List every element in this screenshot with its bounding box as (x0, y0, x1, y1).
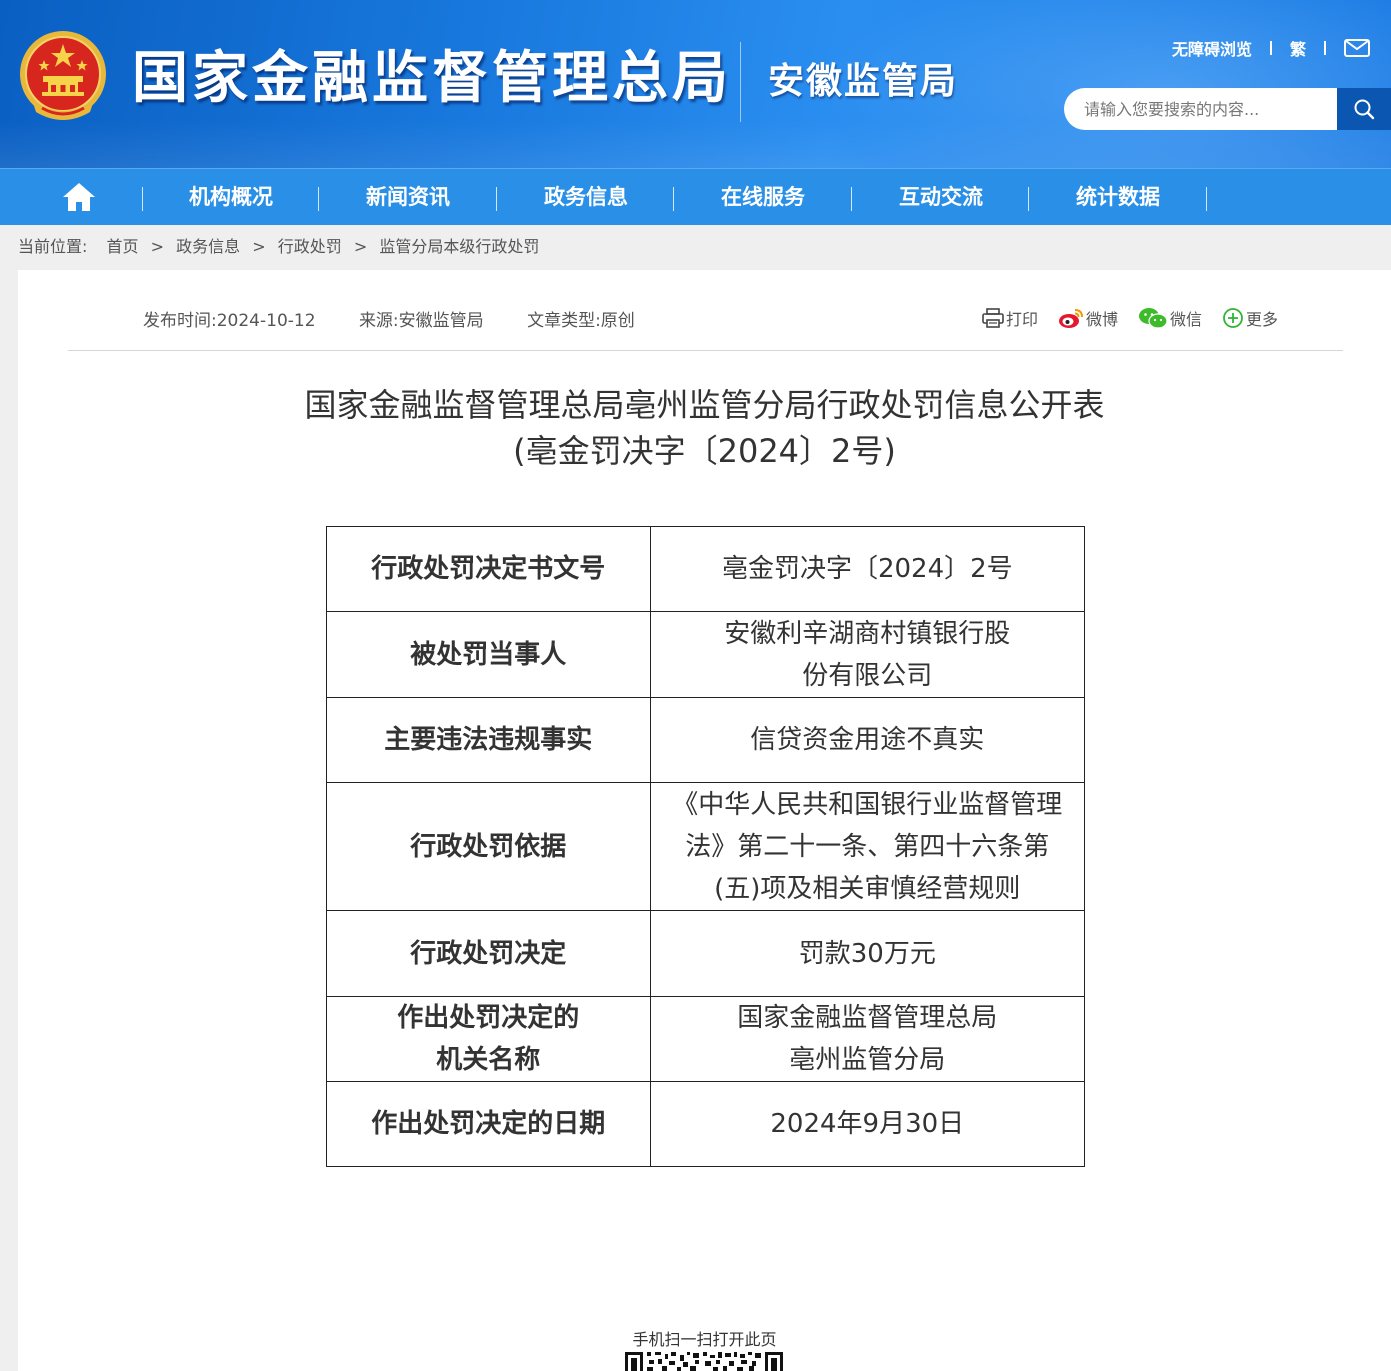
accessibility-link[interactable]: 无障碍浏览 (1172, 36, 1252, 60)
nav-divider (1206, 187, 1207, 211)
wechat-label: 微信 (1170, 310, 1203, 329)
table-key-cell: 行政处罚依据 (326, 782, 651, 911)
home-icon (63, 183, 95, 211)
nav-divider (496, 187, 497, 211)
nav-item-statistics[interactable]: 统计数据 (1038, 169, 1198, 226)
nav-divider (1028, 187, 1029, 211)
table-value-cell: 2024年9月30日 (649, 1081, 1086, 1167)
document-title-line2: (亳金罚决字〔2024〕2号) (513, 432, 896, 470)
national-emblem-icon[interactable] (18, 30, 108, 126)
title-divider (740, 42, 741, 122)
nav-divider (851, 187, 852, 211)
print-button[interactable]: 打印 (982, 306, 1038, 330)
table-key-cell: 被处罚当事人 (326, 611, 651, 698)
plus-circle-icon (1223, 308, 1243, 328)
table-row: 行政处罚依据 《中华人民共和国银行业监督管理法》第二十一条、第四十六条第(五)项… (326, 782, 1086, 911)
search-icon (1354, 99, 1375, 120)
table-row: 行政处罚决定 罚款30万元 (326, 910, 1086, 997)
printer-icon (982, 308, 1004, 328)
table-value-cell: 亳金罚决字〔2024〕2号 (649, 526, 1086, 612)
breadcrumb-home[interactable]: 首页 (107, 237, 139, 256)
article-meta: 发布时间:2024-10-12 来源:安徽监管局 文章类型:原创 (143, 306, 673, 331)
main-nav: 机构概况 新闻资讯 政务信息 在线服务 互动交流 统计数据 (0, 168, 1391, 225)
search-button[interactable] (1337, 88, 1391, 130)
article-type: 文章类型:原创 (527, 311, 635, 331)
site-header: 国家金融监督管理总局 安徽监管局 无障碍浏览 繁 (0, 0, 1391, 168)
table-row: 被处罚当事人 安徽利辛湖商村镇银行股份有限公司 (326, 611, 1086, 698)
sub-title[interactable]: 安徽监管局 (768, 58, 958, 106)
breadcrumb: 当前位置: 首页 > 政务信息 > 行政处罚 > 监管分局本级行政处罚 (18, 225, 539, 269)
table-key-cell: 行政处罚决定书文号 (326, 526, 651, 612)
meta-divider (68, 350, 1343, 351)
article-source: 来源:安徽监管局 (358, 311, 484, 331)
more-label: 更多 (1246, 310, 1279, 329)
table-key-cell: 作出处罚决定的日期 (326, 1081, 651, 1167)
nav-divider (673, 187, 674, 211)
nav-home[interactable] (58, 179, 100, 215)
nav-item-interaction[interactable]: 互动交流 (861, 169, 1021, 226)
table-value-cell: 国家金融监督管理总局亳州监管分局 (649, 996, 1086, 1082)
table-row: 主要违法违规事实 信贷资金用途不真实 (326, 697, 1086, 783)
mail-icon[interactable] (1344, 39, 1370, 57)
penalty-table: 行政处罚决定书文号 亳金罚决字〔2024〕2号 被处罚当事人 安徽利辛湖商村镇银… (326, 526, 1086, 1167)
weibo-share-button[interactable]: 微博 (1058, 306, 1118, 330)
table-value-cell: 《中华人民共和国银行业监督管理法》第二十一条、第四十六条第(五)项及相关审慎经营… (649, 782, 1086, 911)
weibo-label: 微博 (1086, 310, 1119, 329)
site-title[interactable]: 国家金融监督管理总局 (132, 44, 732, 114)
table-row: 行政处罚决定书文号 亳金罚决字〔2024〕2号 (326, 526, 1086, 612)
document-title: 国家金融监督管理总局亳州监管分局行政处罚信息公开表 (亳金罚决字〔2024〕2号… (18, 382, 1391, 474)
share-bar: 打印 微博 微信 更多 (982, 306, 1278, 330)
top-links: 无障碍浏览 繁 (1120, 36, 1370, 60)
table-value-cell: 罚款30万元 (649, 910, 1086, 997)
nav-item-online-service[interactable]: 在线服务 (683, 169, 843, 226)
nav-item-government-info[interactable]: 政务信息 (506, 169, 666, 226)
breadcrumb-separator: > (150, 237, 165, 256)
wechat-icon (1139, 308, 1168, 329)
breadcrumb-separator: > (252, 237, 266, 256)
top-link-divider (1324, 41, 1326, 55)
content-panel: 发布时间:2024-10-12 来源:安徽监管局 文章类型:原创 打印 微博 微… (18, 270, 1391, 1371)
table-key-cell: 主要违法违规事实 (326, 697, 651, 783)
wechat-share-button[interactable]: 微信 (1138, 306, 1202, 330)
table-value-cell: 信贷资金用途不真实 (649, 697, 1086, 783)
qr-code-icon[interactable] (625, 1352, 783, 1371)
table-row: 作出处罚决定的日期 2024年9月30日 (326, 1081, 1086, 1167)
breadcrumb-separator: > (353, 237, 368, 256)
top-link-divider (1269, 41, 1272, 55)
more-share-button[interactable]: 更多 (1222, 306, 1278, 330)
breadcrumb-government-info[interactable]: 政务信息 (176, 237, 240, 256)
breadcrumb-penalty[interactable]: 行政处罚 (278, 237, 342, 256)
search-box (1064, 88, 1338, 130)
table-value-cell: 安徽利辛湖商村镇银行股份有限公司 (649, 611, 1086, 698)
breadcrumb-current[interactable]: 监管分局本级行政处罚 (379, 237, 539, 256)
document-title-line1: 国家金融监督管理总局亳州监管分局行政处罚信息公开表 (304, 386, 1105, 424)
nav-item-about[interactable]: 机构概况 (151, 169, 311, 226)
search-input[interactable] (1084, 99, 1324, 119)
nav-item-news[interactable]: 新闻资讯 (328, 169, 488, 226)
weibo-icon (1059, 309, 1084, 328)
table-key-cell: 行政处罚决定 (326, 910, 651, 997)
table-row: 作出处罚决定的机关名称 国家金融监督管理总局亳州监管分局 (326, 996, 1086, 1082)
table-key-cell: 作出处罚决定的机关名称 (326, 996, 651, 1082)
publish-date: 发布时间:2024-10-12 (143, 311, 316, 331)
print-label: 打印 (1006, 310, 1039, 329)
nav-divider (142, 187, 143, 211)
breadcrumb-label: 当前位置: (18, 237, 88, 256)
qr-label: 手机扫一扫打开此页 (632, 1330, 777, 1349)
traditional-chinese-link[interactable]: 繁 (1290, 36, 1306, 60)
nav-divider (318, 187, 319, 211)
